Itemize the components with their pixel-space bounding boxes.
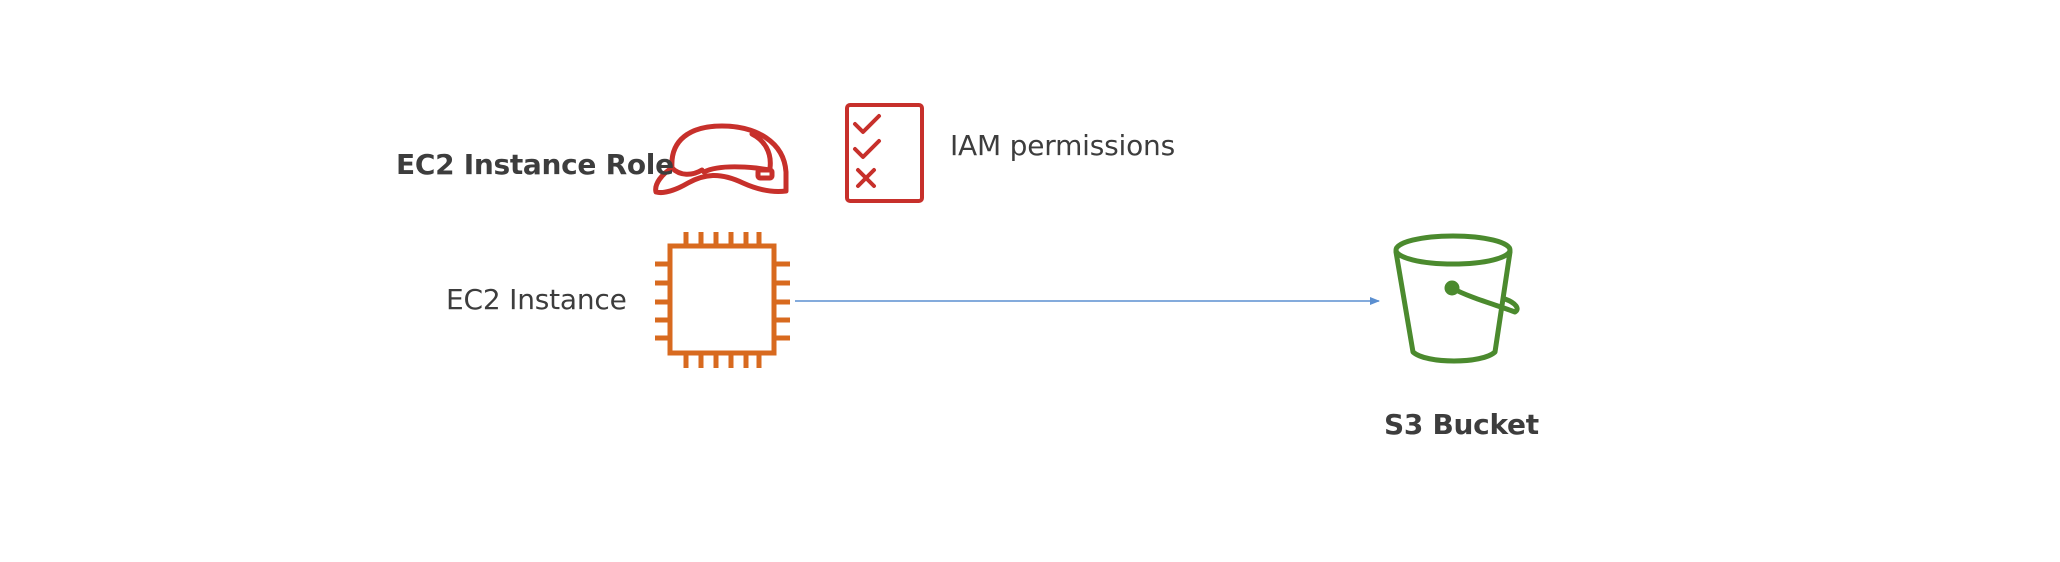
- iam-permissions-label: IAM permissions: [950, 129, 1175, 162]
- s3-bucket-label: S3 Bucket: [1384, 408, 1539, 441]
- chip-icon: [655, 232, 790, 368]
- diagram-canvas: EC2 Instance Role EC2 Instance IAM permi…: [0, 0, 2060, 562]
- ec2-instance-label: EC2 Instance: [446, 283, 627, 316]
- bucket-icon: [1393, 233, 1520, 364]
- checklist-icon: [845, 103, 924, 203]
- ec2-instance-role-label: EC2 Instance Role: [396, 148, 674, 181]
- diagram-graphics: [653, 103, 1520, 368]
- hard-hat-icon: [653, 123, 789, 195]
